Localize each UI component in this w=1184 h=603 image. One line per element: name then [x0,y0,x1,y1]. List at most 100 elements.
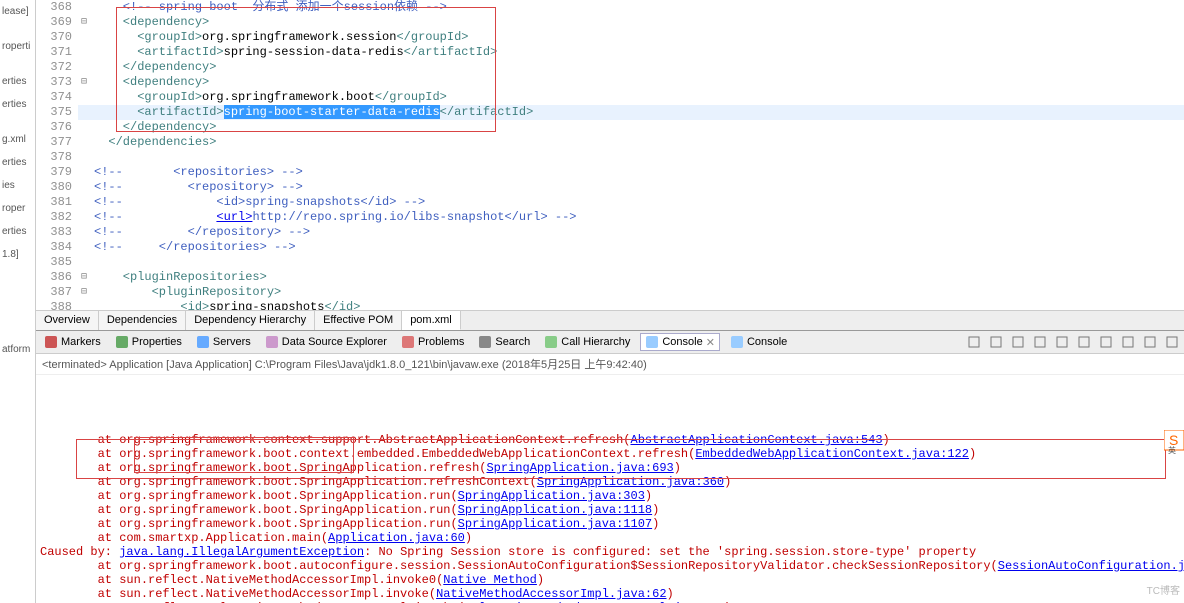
view-tab[interactable]: Problems [397,334,468,350]
code-line[interactable]: 369⊟ <dependency> [36,15,1184,30]
explorer-item[interactable] [0,326,35,338]
code-line[interactable]: 379<!-- <repositories> --> [36,165,1184,180]
code-line[interactable]: 380<!-- <repository> --> [36,180,1184,195]
stack-link[interactable]: Application.java:60 [328,531,465,545]
code-text[interactable]: <dependency> [90,15,209,30]
stack-link[interactable]: SpringApplication.java:360 [537,475,724,489]
explorer-item[interactable]: g.xml [0,128,35,151]
code-text[interactable]: <!-- </repositories> --> [90,240,296,255]
console-line[interactable]: at org.springframework.boot.SpringApplic… [40,489,1180,503]
toolbar-button[interactable] [1164,334,1180,350]
console-line[interactable]: Caused by: java.lang.IllegalArgumentExce… [40,545,1180,559]
code-line[interactable]: 386⊟ <pluginRepositories> [36,270,1184,285]
stack-link[interactable]: SpringApplication.java:1107 [458,517,652,531]
console-line[interactable]: at com.smartxp.Application.main(Applicat… [40,531,1180,545]
explorer-item[interactable]: erties [0,93,35,116]
code-text[interactable]: </dependency> [90,60,216,75]
view-tab[interactable]: Markers [40,334,105,350]
explorer-item[interactable]: ies [0,174,35,197]
code-line[interactable]: 388 <id>spring-snapshots</id> [36,300,1184,310]
explorer-item[interactable] [0,290,35,302]
code-line[interactable]: 385 [36,255,1184,270]
console-line[interactable]: at org.springframework.boot.SpringApplic… [40,461,1180,475]
code-line[interactable]: 384<!-- </repositories> --> [36,240,1184,255]
explorer-item[interactable] [0,116,35,128]
code-text[interactable]: <!-- spring boot 分布式 添加一个session依赖 --> [90,0,447,15]
explorer-item[interactable]: 1.8] [0,243,35,266]
stack-link[interactable]: NativeMethodAccessorImpl.java:62 [436,587,666,601]
code-line[interactable]: 370 <groupId>org.springframework.session… [36,30,1184,45]
code-line[interactable]: 375 <artifactId>spring-boot-starter-data… [36,105,1184,120]
explorer-item[interactable]: atform [0,338,35,361]
fold-toggle[interactable]: ⊟ [78,75,90,90]
explorer-item[interactable] [0,302,35,314]
explorer-item[interactable]: erties [0,151,35,174]
view-tab[interactable]: Console ✕ [640,333,720,351]
stack-link[interactable]: java.lang.IllegalArgumentException [119,545,364,559]
view-tab[interactable]: Servers [192,334,255,350]
code-line[interactable]: 376 </dependency> [36,120,1184,135]
console-line[interactable]: at sun.reflect.NativeMethodAccessorImpl.… [40,587,1180,601]
code-text[interactable]: <dependency> [90,75,209,90]
console-output[interactable]: at org.springframework.context.support.A… [36,375,1184,603]
code-line[interactable]: 382<!-- <url>http://repo.spring.io/libs-… [36,210,1184,225]
stack-link[interactable]: SpringApplication.java:303 [458,489,645,503]
editor-tab[interactable]: Effective POM [315,311,402,330]
toolbar-button[interactable] [966,334,982,350]
explorer-item[interactable]: roperti [0,35,35,58]
console-line[interactable]: at org.springframework.boot.context.embe… [40,447,1180,461]
explorer-item[interactable] [0,314,35,326]
toolbar-button[interactable] [1098,334,1114,350]
code-text[interactable]: <!-- <url>http://repo.spring.io/libs-sna… [90,210,577,225]
code-text[interactable]: <artifactId>spring-boot-starter-data-red… [90,105,533,120]
ime-widget[interactable]: S英 [1164,430,1184,454]
view-tab[interactable]: Properties [111,334,186,350]
editor-tab[interactable]: pom.xml [402,311,461,330]
code-text[interactable]: <artifactId>spring-session-data-redis</a… [90,45,497,60]
code-text[interactable]: <!-- <repository> --> [90,180,303,195]
toolbar-button[interactable] [1076,334,1092,350]
fold-toggle[interactable]: ⊟ [78,270,90,285]
console-line[interactable]: at org.springframework.boot.SpringApplic… [40,503,1180,517]
code-text[interactable]: </dependency> [90,120,216,135]
fold-toggle[interactable]: ⊟ [78,15,90,30]
code-text[interactable]: <groupId>org.springframework.session</gr… [90,30,468,45]
code-line[interactable]: 373⊟ <dependency> [36,75,1184,90]
console-line[interactable]: at org.springframework.boot.SpringApplic… [40,475,1180,489]
toolbar-button[interactable] [1010,334,1026,350]
view-tab[interactable]: Search [474,334,534,350]
code-line[interactable]: 378 [36,150,1184,165]
code-line[interactable]: 377 </dependencies> [36,135,1184,150]
console-line[interactable]: at org.springframework.boot.SpringApplic… [40,517,1180,531]
console-line[interactable]: at org.springframework.boot.autoconfigur… [40,559,1180,573]
stack-link[interactable]: AbstractApplicationContext.java:543 [631,433,883,447]
view-tab[interactable]: Call Hierarchy [540,334,634,350]
code-text[interactable]: <!-- <id>spring-snapshots</id> --> [90,195,425,210]
stack-link[interactable]: Native Method [443,573,537,587]
explorer-item[interactable]: lease] [0,0,35,23]
toolbar-button[interactable] [1054,334,1070,350]
fold-toggle[interactable]: ⊟ [78,285,90,300]
code-text[interactable] [90,150,94,165]
code-text[interactable]: <pluginRepositories> [90,270,267,285]
code-text[interactable]: <pluginRepository> [90,285,281,300]
console-line[interactable]: at sun.reflect.NativeMethodAccessorImpl.… [40,573,1180,587]
explorer-item[interactable] [0,266,35,278]
code-text[interactable]: <groupId>org.springframework.boot</group… [90,90,447,105]
editor-tab[interactable]: Dependency Hierarchy [186,311,315,330]
stack-link[interactable]: SpringApplication.java:693 [486,461,673,475]
code-line[interactable]: 381<!-- <id>spring-snapshots</id> --> [36,195,1184,210]
console-line[interactable]: at org.springframework.context.support.A… [40,433,1180,447]
view-tab[interactable]: Console [726,334,791,350]
code-line[interactable]: 387⊟ <pluginRepository> [36,285,1184,300]
code-editor[interactable]: 368 <!-- spring boot 分布式 添加一个session依赖 -… [36,0,1184,310]
explorer-item[interactable]: erties [0,220,35,243]
view-tab[interactable]: Data Source Explorer [261,334,391,350]
explorer-item[interactable]: roper [0,197,35,220]
code-text[interactable]: <!-- </repository> --> [90,225,310,240]
editor-tab[interactable]: Dependencies [99,311,186,330]
code-line[interactable]: 371 <artifactId>spring-session-data-redi… [36,45,1184,60]
code-line[interactable]: 374 <groupId>org.springframework.boot</g… [36,90,1184,105]
code-line[interactable]: 372 </dependency> [36,60,1184,75]
toolbar-button[interactable] [988,334,1004,350]
